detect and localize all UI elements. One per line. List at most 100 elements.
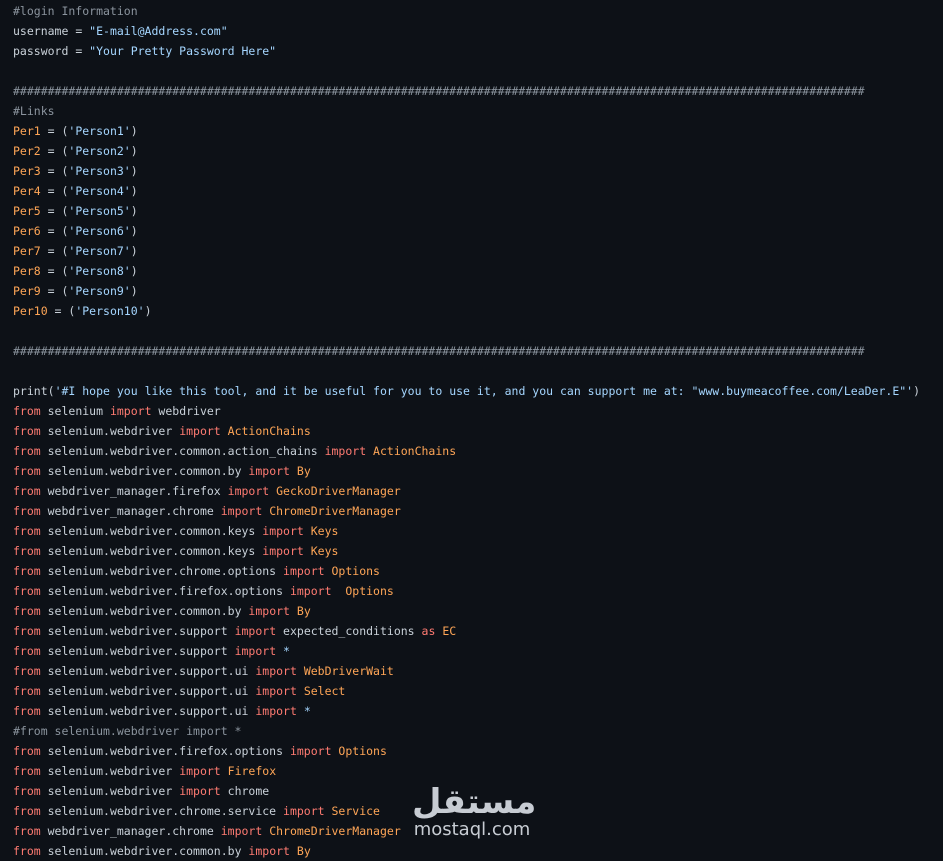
code-token: as <box>421 624 436 638</box>
code-token: Per10 <box>13 304 48 318</box>
code-token: = ( <box>40 244 69 258</box>
code-line: from selenium.webdriver.firefox.options … <box>13 581 943 601</box>
code-line: from selenium.webdriver.support.ui impor… <box>13 701 943 721</box>
code-token: selenium.webdriver.common.by <box>40 844 249 858</box>
code-token: import <box>262 544 304 558</box>
code-token: from <box>13 624 41 638</box>
code-token: selenium.webdriver.support <box>40 624 235 638</box>
code-token: import <box>234 624 277 638</box>
code-line: Per5 = ('Person5') <box>13 201 943 221</box>
code-token: selenium.webdriver.common.by <box>40 604 249 618</box>
code-token: Firefox <box>220 764 277 778</box>
code-token: selenium.webdriver.common.keys <box>40 544 263 558</box>
code-token: selenium.webdriver.support.ui <box>40 664 256 678</box>
code-token: selenium.webdriver <box>40 424 180 438</box>
code-token: import <box>255 664 297 678</box>
code-line: Per9 = ('Person9') <box>13 281 943 301</box>
code-token: from <box>13 404 41 418</box>
code-token: from <box>13 484 41 498</box>
code-token: = ( <box>40 144 69 158</box>
code-token: selenium.webdriver.firefox.options <box>40 744 290 758</box>
code-line: from selenium.webdriver.support.ui impor… <box>13 681 943 701</box>
code-token: import <box>289 584 332 598</box>
code-token: import <box>248 604 290 618</box>
code-token: Options <box>324 564 380 578</box>
code-token: from <box>13 824 41 838</box>
code-line: Per4 = ('Person4') <box>13 181 943 201</box>
code-token: 'Person6' <box>68 224 131 238</box>
watermark-arabic-text: مستقل <box>412 782 537 822</box>
code-token: from <box>13 704 41 718</box>
code-line: from selenium.webdriver.support import e… <box>13 621 943 641</box>
code-line: from selenium.webdriver.common.by import… <box>13 461 943 481</box>
code-token: from <box>13 844 41 858</box>
code-token: ChromeDriverManager <box>262 824 401 838</box>
code-token: = <box>68 44 90 58</box>
code-token: selenium <box>40 404 110 418</box>
code-token: from <box>13 544 41 558</box>
code-token: from <box>13 504 41 518</box>
code-token: ) <box>130 184 138 198</box>
code-line: from selenium.webdriver.common.keys impo… <box>13 541 943 561</box>
code-token: = <box>68 24 90 38</box>
code-token: import <box>248 844 290 858</box>
code-token: import <box>227 484 270 498</box>
code-token: "E-mail@Address.com" <box>89 24 228 38</box>
code-token: selenium.webdriver.chrome.service <box>40 804 284 818</box>
code-line: from selenium.webdriver.chrome.options i… <box>13 561 943 581</box>
code-line: from selenium.webdriver.common.keys impo… <box>13 521 943 541</box>
code-token: import <box>289 744 332 758</box>
code-token: #from selenium.webdriver import * <box>13 724 242 738</box>
code-token: Service <box>324 804 380 818</box>
code-token: 'Person3' <box>68 164 131 178</box>
code-token: import <box>262 524 304 538</box>
code-token: Per9 <box>13 284 41 298</box>
code-line: Per2 = ('Person2') <box>13 141 943 161</box>
code-view: #login Information username = "E-mail@Add… <box>13 1 943 861</box>
code-token: 'Person1' <box>68 124 131 138</box>
code-token: 'Person10' <box>75 304 145 318</box>
code-token: from <box>13 524 41 538</box>
code-line: Per10 = ('Person10') <box>13 301 943 321</box>
code-token: webdriver <box>151 404 221 418</box>
code-line: print('#I hope you like this tool, and i… <box>13 381 943 401</box>
code-token: from <box>13 744 41 758</box>
code-token: from <box>13 764 41 778</box>
code-line: Per6 = ('Person6') <box>13 221 943 241</box>
code-token: EC <box>435 624 457 638</box>
code-token: from <box>13 564 41 578</box>
code-token: expected_conditions <box>276 624 422 638</box>
code-token: from <box>13 584 41 598</box>
code-token: import <box>255 684 297 698</box>
code-token: ) <box>130 144 138 158</box>
code-line: username = "E-mail@Address.com" <box>13 21 943 41</box>
code-token: from <box>13 784 41 798</box>
code-token: ) <box>130 164 138 178</box>
code-token: import <box>179 784 221 798</box>
code-token: Per8 <box>13 264 41 278</box>
code-token: By <box>289 604 311 618</box>
code-token: Select <box>296 684 346 698</box>
code-token: = ( <box>40 204 69 218</box>
code-token: ) <box>130 244 138 258</box>
code-line: from selenium import webdriver <box>13 401 943 421</box>
code-token: '#I hope you like this tool, and it be u… <box>54 384 914 398</box>
watermark-latin-text: mostaql.com <box>413 819 531 840</box>
code-token: Keys <box>303 544 339 558</box>
code-token: selenium.webdriver.common.by <box>40 464 249 478</box>
code-token: = ( <box>40 164 69 178</box>
code-token: selenium.webdriver.support <box>40 644 235 658</box>
code-token: 'Person9' <box>68 284 131 298</box>
code-token: WebDriverWait <box>296 664 394 678</box>
code-token: from <box>13 664 41 678</box>
code-line: from selenium.webdriver.common.by import… <box>13 841 943 861</box>
code-line: from selenium.webdriver import Firefox <box>13 761 943 781</box>
code-token: Per3 <box>13 164 41 178</box>
code-token: from <box>13 644 41 658</box>
code-token: Per2 <box>13 144 41 158</box>
code-token: ActionChains <box>366 444 457 458</box>
code-token: ) <box>130 224 138 238</box>
code-token: = ( <box>47 304 76 318</box>
code-token: GeckoDriverManager <box>269 484 401 498</box>
